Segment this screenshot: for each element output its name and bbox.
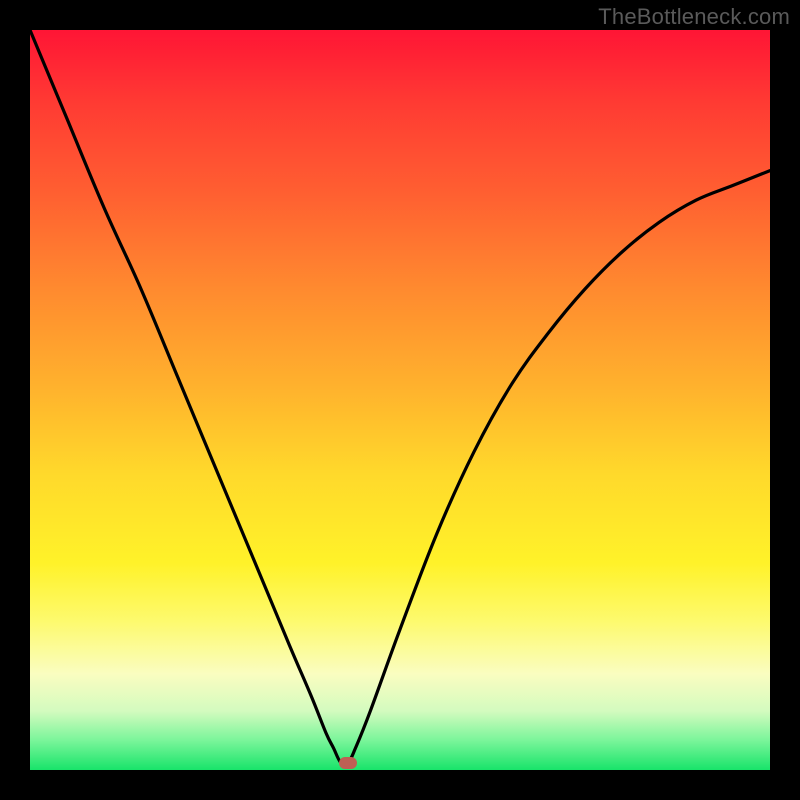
plot-area [30,30,770,770]
watermark-text: TheBottleneck.com [598,4,790,30]
chart-frame: TheBottleneck.com [0,0,800,800]
optimum-marker [339,757,357,769]
